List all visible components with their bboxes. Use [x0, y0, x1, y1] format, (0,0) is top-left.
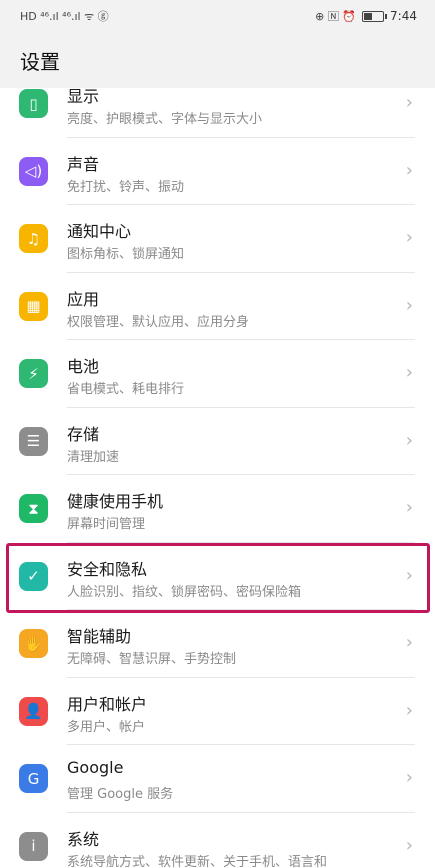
settings-item[interactable]: ✋ 智能辅助无障碍、智慧识屏、手势控制 › [0, 610, 435, 678]
settings-item-subtitle: 权限管理、默认应用、应用分身 [67, 314, 250, 330]
status-bar: HD ⁴⁶.ıl ⁴⁶.ıl ᯤ ⓖ ⊕ 🄽 ⏰ 7:44 [0, 0, 435, 32]
chevron-right-icon: › [405, 362, 413, 383]
status-indicator-icons: ⊕ 🄽 ⏰ [315, 10, 357, 23]
settings-item-title: 通知中心 [67, 222, 132, 241]
settings-item[interactable]: ⧗ 健康使用手机屏幕时间管理 › [0, 475, 435, 543]
settings-item-subtitle: 人脸识别、指纹、锁屏密码、密码保险箱 [67, 584, 302, 600]
signal-wifi-icons: HD ⁴⁶.ıl ⁴⁶.ıl ᯤ ⓖ [20, 10, 109, 23]
storage-icon: ☰ [19, 426, 48, 456]
system-icon: i [19, 831, 48, 861]
settings-item-subtitle: 省电模式、耗电排行 [67, 382, 185, 397]
google-icon: G [19, 764, 48, 793]
chevron-right-icon: › [405, 497, 413, 518]
display-icon: ▯ [19, 89, 48, 118]
chevron-right-icon: › [405, 767, 413, 788]
bell-icon: ♫ [19, 224, 48, 253]
hourglass-icon: ⧗ [19, 494, 48, 523]
settings-item-title: 安全和隐私 [67, 559, 148, 579]
hand-icon: ✋ [19, 629, 48, 658]
settings-item-title: 系统 [67, 829, 100, 849]
settings-item-title: 健康使用手机 [67, 492, 164, 511]
chevron-right-icon: › [405, 632, 413, 653]
chevron-right-icon: › [405, 564, 413, 586]
settings-item[interactable]: ♫ 通知中心图标角标、锁屏通知 › [0, 205, 435, 273]
settings-item-title: Google [67, 758, 124, 777]
chevron-right-icon: › [405, 294, 413, 316]
settings-item[interactable]: G Google 管理 Google 服务 › [0, 745, 435, 813]
settings-item[interactable]: ⚡ 电池省电模式、耗电排行 › [0, 340, 435, 408]
settings-item[interactable]: ◁) 声音免打扰、铃声、振动 › [0, 138, 435, 205]
chevron-right-icon: › [405, 92, 413, 113]
chevron-right-icon: › [405, 227, 413, 248]
settings-item-title: 应用 [67, 289, 100, 309]
chevron-right-icon: › [405, 699, 413, 721]
settings-item[interactable]: ☰ 存储清理加速 › [0, 408, 435, 475]
settings-item-title: 智能辅助 [67, 627, 132, 646]
settings-item-title: 电池 [67, 357, 100, 376]
battery-icon: ⚡ [19, 359, 48, 388]
settings-item-subtitle: 多用户、帐户 [67, 719, 146, 735]
settings-item-title: 声音 [67, 154, 100, 174]
settings-item[interactable]: ✓ 安全和隐私人脸识别、指纹、锁屏密码、密码保险箱 › [0, 543, 435, 610]
settings-item-subtitle: 无障碍、智慧识屏、手势控制 [67, 652, 237, 667]
settings-item-title: 用户和帐户 [67, 694, 148, 714]
settings-item-subtitle: 管理 Google 服务 [67, 787, 174, 802]
settings-item-subtitle: 免打扰、铃声、振动 [67, 179, 185, 195]
settings-item-subtitle: 系统导航方式、软件更新、关于手机、语言和 [67, 854, 328, 868]
chevron-right-icon: › [405, 834, 413, 856]
settings-item[interactable]: ▯ 显示亮度、护眼模式、字体与显示大小 › [0, 88, 435, 138]
shield-icon: ✓ [19, 561, 48, 591]
user-icon: 👤 [19, 696, 48, 726]
settings-item-title: 显示 [67, 88, 100, 106]
settings-list[interactable]: ▯ 显示亮度、护眼模式、字体与显示大小 › ◁) 声音免打扰、铃声、振动 › ♫ 通知中心图标… [0, 88, 435, 868]
settings-item[interactable]: i 系统系统导航方式、软件更新、关于手机、语言和 › [0, 813, 435, 868]
status-time: 7:44 [390, 9, 417, 23]
settings-item[interactable]: 👤 用户和帐户多用户、帐户 › [0, 678, 435, 745]
settings-item[interactable]: ▦ 应用权限管理、默认应用、应用分身 › [0, 273, 435, 340]
chevron-right-icon: › [405, 429, 413, 451]
sound-icon: ◁) [19, 156, 48, 186]
settings-item-subtitle: 图标角标、锁屏通知 [67, 247, 185, 262]
page-title: 设置 [20, 49, 60, 74]
settings-item-subtitle: 屏幕时间管理 [67, 517, 146, 532]
settings-item-title: 存储 [67, 424, 100, 444]
settings-item-subtitle: 清理加速 [67, 449, 120, 465]
battery-icon [362, 10, 388, 22]
settings-item-subtitle: 亮度、护眼模式、字体与显示大小 [67, 112, 263, 127]
apps-icon: ▦ [19, 291, 48, 321]
chevron-right-icon: › [405, 159, 413, 181]
